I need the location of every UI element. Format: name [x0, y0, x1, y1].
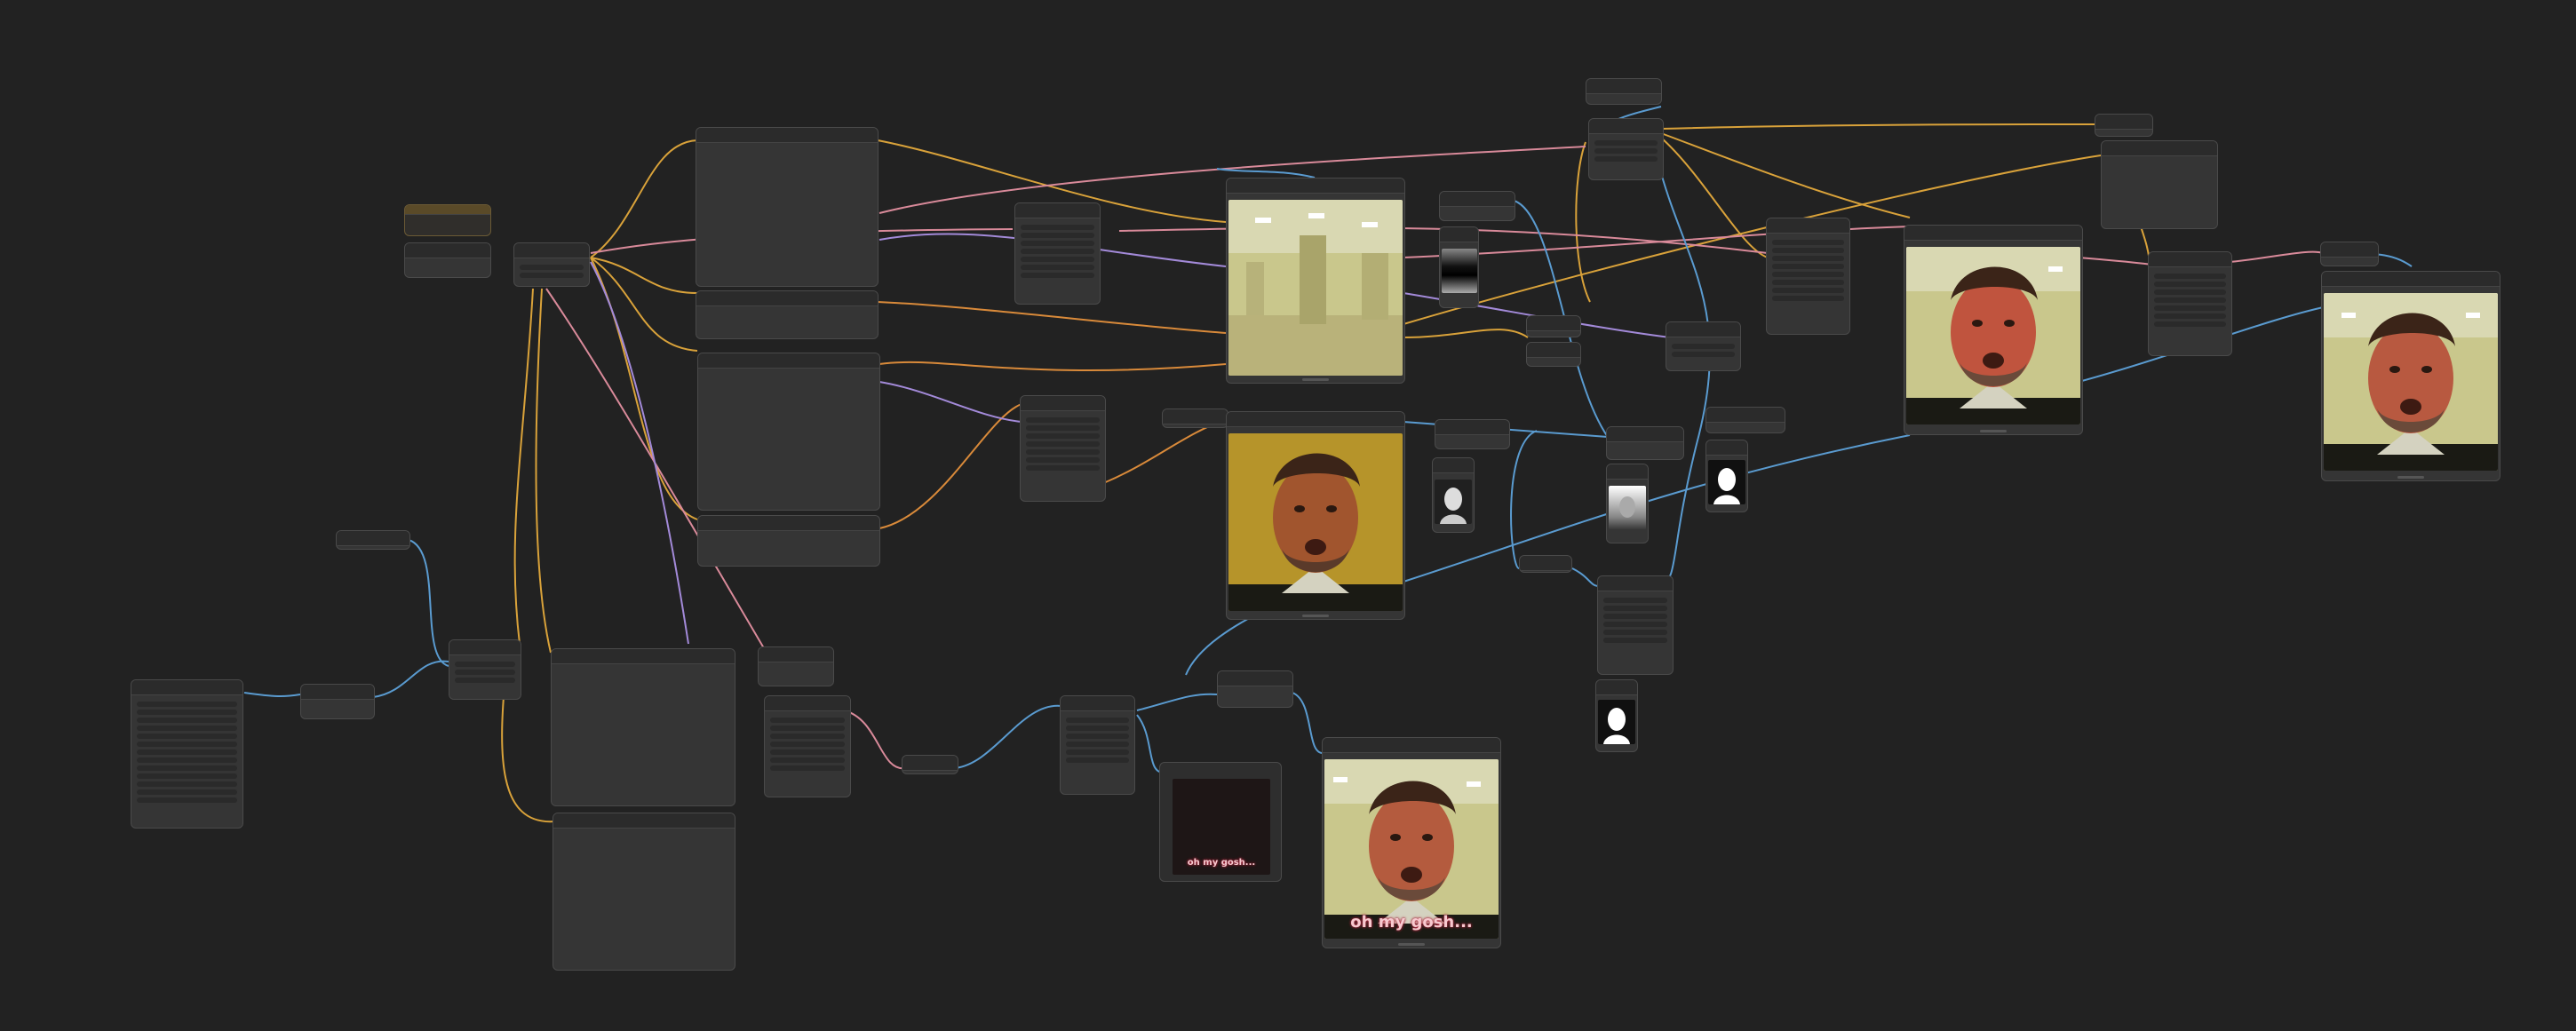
link-yellow	[1403, 329, 1529, 338]
caption-image: oh my gosh...	[1173, 779, 1270, 875]
node-small-g[interactable]	[1439, 191, 1515, 221]
node-sampler-5[interactable]	[2148, 251, 2232, 356]
mask-image-3	[1708, 460, 1745, 504]
node-prompt-6[interactable]	[553, 813, 735, 971]
preview-face-final-label	[2397, 476, 2424, 479]
node-preview-face-final[interactable]	[2321, 271, 2500, 481]
link-blue	[1216, 168, 1316, 178]
node-empty-panel[interactable]	[2101, 140, 2218, 229]
preview-face-yellow-image	[1228, 433, 1403, 611]
node-preview-face-caption[interactable]: oh my gosh...	[1322, 737, 1501, 948]
node-small-j[interactable]	[1526, 315, 1581, 337]
node-small-p[interactable]	[2095, 114, 2153, 137]
node-mask-preview-3[interactable]	[1705, 440, 1748, 512]
node-prompt-3[interactable]	[697, 353, 880, 511]
node-small-h[interactable]	[1435, 419, 1510, 449]
node-small-o[interactable]	[1705, 407, 1785, 433]
node-sampler-4[interactable]	[1766, 218, 1850, 335]
node-preview-face-yellow[interactable]	[1226, 411, 1405, 620]
node-small-m[interactable]	[1606, 426, 1684, 460]
link-orange	[879, 361, 1227, 372]
node-small-f[interactable]	[1217, 670, 1293, 708]
node-group-note[interactable]	[404, 204, 491, 236]
link-orange	[879, 403, 1022, 529]
link-yellow	[590, 139, 698, 258]
node-mask-preview-2[interactable]	[1595, 679, 1638, 752]
link-blue	[1136, 693, 1218, 711]
link-blue	[372, 660, 449, 698]
node-sampler-left[interactable]	[764, 695, 851, 797]
node-prompt-1[interactable]	[696, 127, 879, 287]
node-small-i[interactable]	[1519, 555, 1572, 573]
link-yellow	[1660, 132, 1911, 218]
node-prompt-2[interactable]	[696, 290, 879, 339]
link-yellow	[590, 257, 698, 352]
link-blue	[1571, 567, 1600, 587]
link-blue	[243, 692, 301, 698]
preview-face-red-image	[1906, 247, 2080, 424]
preview-face-yellow-label	[1302, 615, 1329, 617]
node-small-l[interactable]	[1586, 78, 1662, 105]
preview-face-red-label	[1980, 430, 2007, 432]
preview-face-final-image	[2324, 293, 2498, 471]
node-caption-preview[interactable]: oh my gosh...	[1159, 762, 1282, 882]
gradient-image	[1442, 249, 1477, 293]
node-checkpoint[interactable]	[404, 242, 491, 278]
node-sampler-2[interactable]	[1020, 395, 1106, 502]
link-yellow	[1660, 123, 2097, 130]
node-small-b[interactable]	[336, 530, 410, 550]
node-small-k[interactable]	[1526, 342, 1581, 367]
node-sampler-right-lower[interactable]	[1597, 575, 1674, 675]
mask-image-2	[1598, 700, 1635, 744]
node-loader-top[interactable]	[1588, 118, 1664, 180]
node-small-n[interactable]	[1666, 321, 1741, 371]
node-model-loader[interactable]	[513, 242, 590, 287]
node-prompt-5[interactable]	[551, 648, 735, 806]
node-prompt-4[interactable]	[697, 515, 880, 567]
node-canvas[interactable]: oh my gosh... oh my gosh...	[0, 0, 2576, 1031]
preview-face-caption-image: oh my gosh...	[1324, 759, 1499, 939]
link-purple	[590, 261, 689, 645]
node-sampler-3[interactable]	[1060, 695, 1135, 795]
link-blue	[408, 539, 449, 667]
node-small-c[interactable]	[758, 646, 834, 686]
link-blue	[954, 704, 1062, 769]
node-small-d[interactable]	[902, 755, 958, 774]
preview-room-label	[1302, 378, 1329, 381]
node-gradient-preview[interactable]	[1439, 226, 1479, 308]
link-blue	[1660, 172, 1711, 587]
node-preview-face-red[interactable]	[1904, 225, 2083, 435]
link-orange	[877, 301, 1227, 334]
mask-image-1	[1435, 480, 1472, 524]
link-purple	[879, 381, 1022, 423]
link-pink	[2078, 257, 2159, 267]
node-text-list[interactable]	[131, 679, 243, 829]
node-mask-preview-1[interactable]	[1432, 457, 1475, 533]
link-pink	[843, 710, 907, 770]
preview-face-caption-label	[1398, 943, 1425, 946]
link-yellow	[590, 257, 698, 294]
node-depth-preview[interactable]	[1606, 464, 1649, 543]
link-blue	[1510, 430, 1538, 569]
node-sampler-1[interactable]	[1014, 202, 1101, 305]
depth-image	[1609, 486, 1646, 530]
node-small-a[interactable]	[300, 684, 375, 719]
preview-room-image	[1228, 200, 1403, 376]
link-blue	[1292, 692, 1324, 755]
caption-text-large: oh my gosh...	[1350, 913, 1473, 932]
node-small-q[interactable]	[2320, 242, 2379, 266]
link-yellow	[513, 288, 534, 645]
caption-text-small: oh my gosh...	[1187, 858, 1256, 868]
node-loader-left[interactable]	[449, 639, 521, 700]
node-preview-room[interactable]	[1226, 178, 1405, 384]
link-pink	[2229, 250, 2324, 263]
link-yellow	[535, 288, 552, 654]
node-small-e[interactable]	[1162, 408, 1228, 428]
